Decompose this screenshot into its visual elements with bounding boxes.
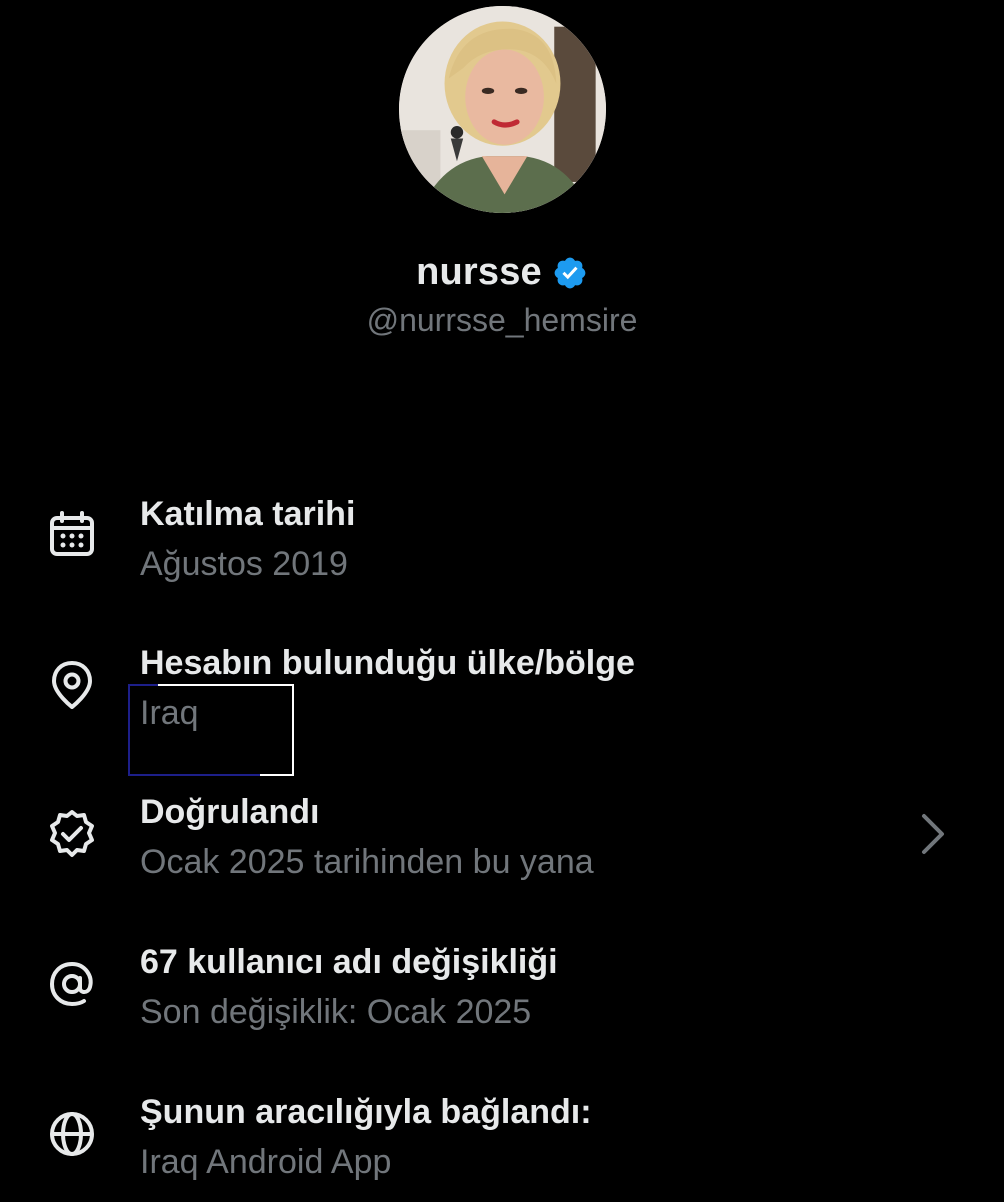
location-pin-icon [44, 657, 100, 713]
verified-badge-icon[interactable] [552, 255, 588, 291]
connected-via-title: Şunun aracılığıyla bağlandı: [140, 1093, 592, 1131]
join-date-row: Katılma tarihi Ağustos 2019 [0, 494, 1004, 604]
account-location-title: Hesabın bulunduğu ülke/bölge [140, 644, 635, 682]
verified-row[interactable]: Doğrulandı Ocak 2025 tarihinden bu yana [0, 792, 1004, 902]
profile-avatar[interactable] [399, 6, 606, 213]
display-name-row: nursse [0, 246, 1004, 298]
display-name: nursse [416, 250, 542, 293]
chevron-right-icon[interactable] [914, 810, 954, 858]
verified-since-value: Ocak 2025 tarihinden bu yana [140, 843, 594, 881]
calendar-icon [44, 506, 100, 562]
username-changes-title: 67 kullanıcı adı değişikliği [140, 943, 558, 981]
verified-check-icon [44, 806, 100, 862]
verified-title: Doğrulandı [140, 793, 320, 831]
connected-via-value: Iraq Android App [140, 1143, 392, 1181]
join-date-title: Katılma tarihi [140, 495, 356, 533]
username-changes-row: 67 kullanıcı adı değişikliği Son değişik… [0, 942, 1004, 1052]
last-change-value: Son değişiklik: Ocak 2025 [140, 993, 532, 1031]
account-location-row: Hesabın bulunduğu ülke/bölge Iraq [0, 643, 1004, 753]
at-sign-icon [44, 956, 100, 1012]
connected-via-row: Şunun aracılığıyla bağlandı: Iraq Androi… [0, 1092, 1004, 1202]
account-location-value: Iraq [140, 694, 199, 732]
globe-icon [44, 1106, 100, 1162]
profile-handle: @nurrsse_hemsire [366, 302, 638, 338]
join-date-value: Ağustos 2019 [140, 545, 348, 583]
avatar-image [399, 6, 606, 213]
